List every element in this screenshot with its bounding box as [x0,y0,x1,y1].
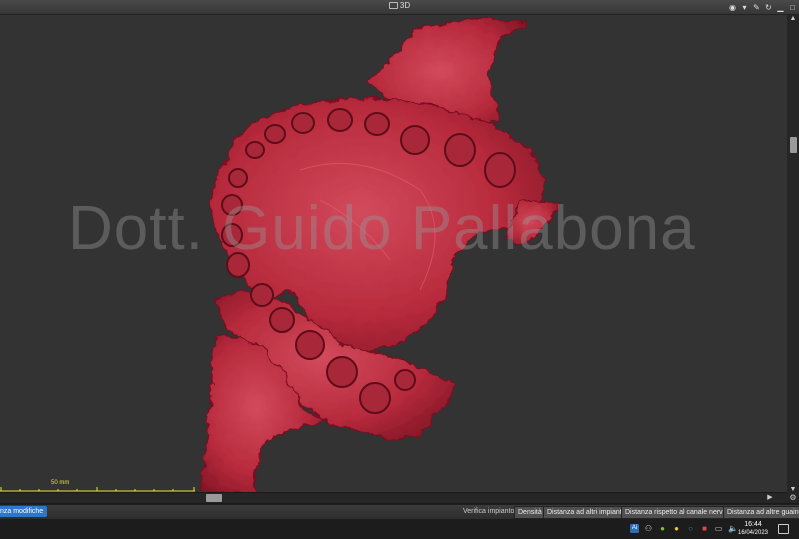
minimize-icon[interactable]: ▁ [776,3,785,12]
clock-date: 16/04/2023 [737,530,769,536]
horizontal-scroll-thumb[interactable] [206,494,222,502]
clock[interactable]: 16:44 16/04/2023 [737,520,769,537]
sleeve-distance-button[interactable]: Distanza ad altre guaine [723,506,799,519]
camera-icon [388,2,398,9]
taskbar: Ai ⚇ ● ● ○ ■ ▭ 🔈 16:44 16/04/2023 [0,519,799,539]
clock-time: 16:44 [744,521,762,528]
statusbar: nza modifiche Verifica impianto: Densità… [0,504,799,519]
scale-label: 50 mm [51,480,70,486]
app-icon[interactable]: ■ [700,524,709,533]
ai-icon[interactable]: Ai [630,524,639,533]
verifica-label: Verifica impianto: [463,508,517,515]
watermark-text: Dott. Guido Pallabona [68,194,696,263]
app-icon[interactable]: ● [672,524,681,533]
implant-distance-button[interactable]: Distanza ad altri impianti [543,506,628,519]
speaker-icon[interactable]: 🔈 [728,524,738,533]
3d-viewport[interactable]: Dott. Guido Pallabona [0,15,787,492]
tool-icon[interactable]: ✎ [752,3,761,12]
horizontal-scrollbar[interactable]: ▶ [0,493,787,503]
titlebar-controls: ◉ ▾ ✎ ↻ ▁ □ [728,1,797,13]
monitor-icon[interactable]: ▭ [714,524,723,533]
scroll-up-icon[interactable]: ▲ [788,15,798,23]
system-tray: Ai ⚇ ● ● ○ ■ ▭ 🔈 [630,524,738,533]
vertical-scrollbar[interactable]: ▲ ▼ [787,15,799,494]
chevron-down-icon[interactable]: ▾ [740,3,749,12]
app-icon[interactable]: ● [658,524,667,533]
vertical-scroll-thumb[interactable] [790,137,797,153]
scroll-right-icon[interactable]: ▶ [765,493,775,503]
settings-gear-icon[interactable]: ⚙ [787,493,799,503]
window-title: 3D [0,1,799,10]
rotate-icon[interactable]: ↻ [764,3,773,12]
app-icon[interactable]: ⚇ [644,524,653,533]
app-icon[interactable]: ○ [686,524,695,533]
window-titlebar: 3D ◉ ▾ ✎ ↻ ▁ □ [0,0,799,15]
maximize-icon[interactable]: □ [788,3,797,12]
density-button[interactable]: Densità [514,506,546,519]
changes-button[interactable]: nza modifiche [0,506,48,517]
eye-icon[interactable]: ◉ [728,3,737,12]
notification-icon[interactable] [778,524,789,534]
nerve-distance-button[interactable]: Distanza rispetto al canale nervo [621,506,731,519]
